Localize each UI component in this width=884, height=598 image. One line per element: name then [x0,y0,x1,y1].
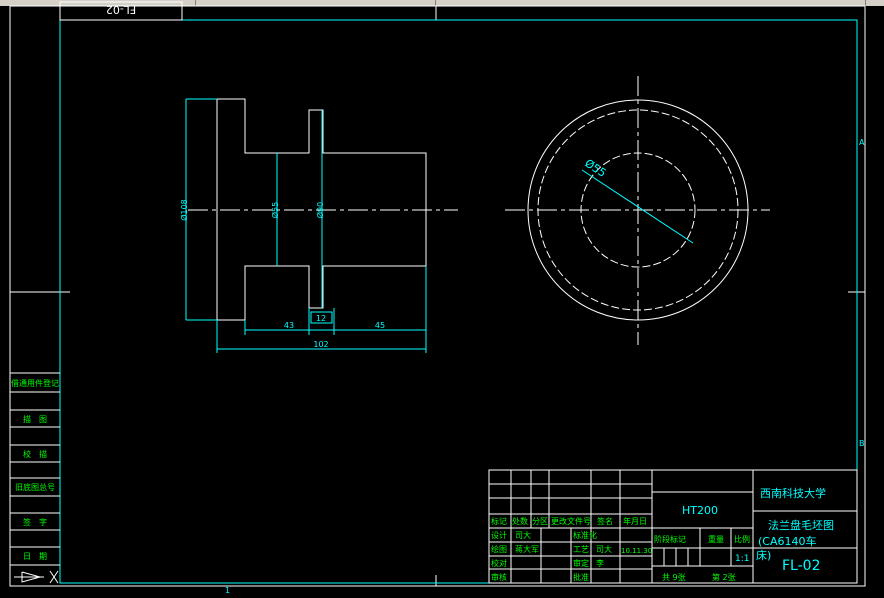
tb-sheji: 设计 [491,530,507,540]
tb-header-fenqu: 分区 [532,517,548,526]
drawing-number-mirrored: FL-02 [106,3,136,16]
front-view-dimensions [185,98,427,353]
tb-title-line2: (CA6140车 [758,534,817,548]
tb-scale-label: 比例 [734,534,750,544]
dim-d108: Ø108 [179,199,189,221]
drawing-frame [9,5,866,587]
side-label-3: 旧底图总号 [15,482,55,492]
tb-header-biaoji: 标记 [491,516,507,526]
tb-drawing-number: FL-02 [782,558,820,574]
mirrored-number-box: FL-02 [59,1,183,21]
tb-shenhe: 审核 [491,572,507,582]
tb-header-gengai: 更改文件号 [551,516,591,526]
tb-header-qianming: 签名 [597,516,613,526]
front-view-dimension-text: Ø108 Ø55 Ø90 43 12 45 102 [179,199,385,349]
tb-biaozhunhua: 标准化 [573,530,597,540]
tb-title-line3: 床) [756,548,771,562]
side-label-1: 描 图 [23,414,47,424]
tb-weight-label: 重量 [708,534,724,544]
tb-pizhun: 批准 [573,572,589,582]
side-view-centerlines [505,76,770,345]
side-label-5: 日 期 [23,552,47,561]
side-label-2: 校 描 [23,449,47,459]
tb-gongyi: 工艺 [573,545,589,554]
tb-sheji-name: 司大 [515,530,531,540]
tb-school: 西南科技大学 [760,486,826,500]
tb-header-chushu: 处数 [512,516,528,526]
projection-symbol [14,570,59,584]
dim-len-43: 43 [284,321,294,330]
zone-label-a: A [859,138,865,147]
dim-len-12: 12 [316,314,326,323]
tb-gongyi-name: 司大 [596,544,612,554]
tb-huitu: 绘图 [491,544,507,554]
tb-scale-value: 1:1 [735,554,749,564]
tb-date: 10.11.30 [621,547,652,555]
tb-stage-label: 阶段标记 [654,534,686,544]
side-label-0: 借通用件登记 [11,378,59,388]
dim-len-102: 102 [313,340,328,349]
inner-frame [59,19,858,584]
left-side-table [10,372,60,566]
zone-label-b: B [859,439,865,448]
tb-shending: 审定 [573,558,589,568]
tb-huitu-name: 蒋大军 [515,544,539,554]
tb-sheet-no: 第 2张 [712,572,736,582]
tb-total-sheets: 共 9张 [662,573,686,582]
cad-drawing-canvas[interactable]: FL-02 A B 1 Ø108 Ø55 Ø90 43 12 45 102 Ø5… [0,0,884,598]
dim-d55-side: Ø55 [582,157,608,180]
tb-shending-name: 李 [596,558,604,568]
dim-d90: Ø90 [315,202,325,218]
left-side-table-labels: 借通用件登记 描 图 校 描 旧底图总号 签 字 日 期 [11,378,59,561]
tb-title-line1: 法兰盘毛坯图 [768,518,834,532]
dim-d55-front: Ø55 [270,202,280,218]
tb-header-riqi: 年月日 [623,516,647,526]
tb-jiaodui: 校对 [491,558,507,568]
zone-label-1: 1 [225,586,230,595]
dim-len-45: 45 [375,321,385,330]
side-label-4: 签 字 [23,517,47,527]
tb-material: HT200 [682,504,718,517]
